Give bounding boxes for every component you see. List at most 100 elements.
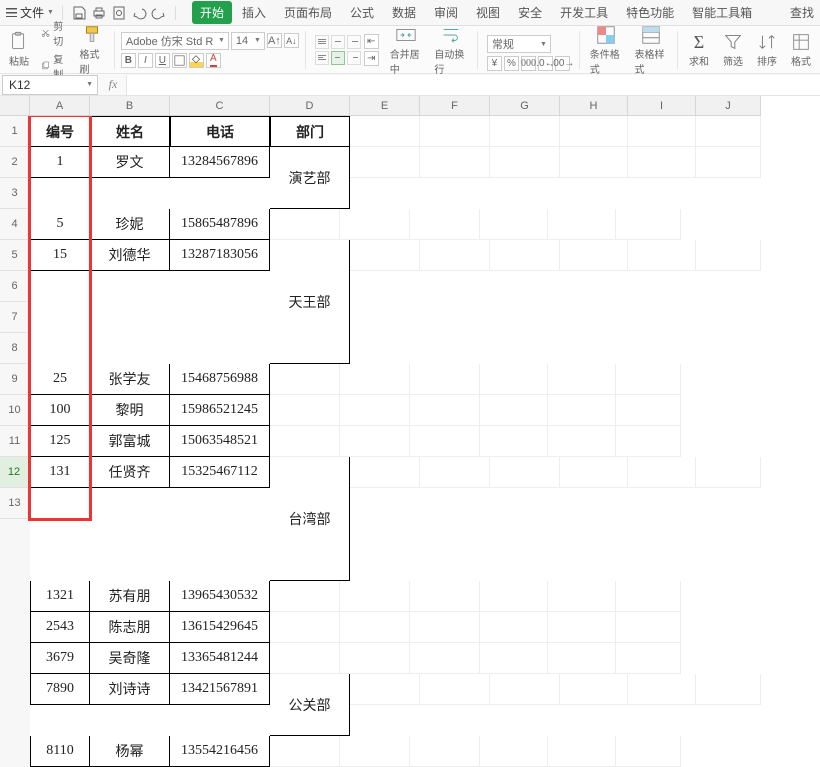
cut-button[interactable]: 剪切 [38,17,72,49]
cell[interactable]: 刘德华 [90,240,170,271]
ribbon-tab[interactable]: 视图 [468,1,508,24]
column-header[interactable]: H [560,96,628,115]
cell[interactable] [548,426,616,457]
cell[interactable] [480,426,548,457]
cell[interactable]: 演艺部 [270,147,350,209]
cell[interactable] [410,364,480,395]
column-header[interactable]: J [696,96,761,115]
cell[interactable] [340,209,410,240]
table-style-button[interactable]: 表格样式 [630,22,671,78]
row-header[interactable]: 7 [0,302,30,333]
cell[interactable] [560,674,628,705]
column-header[interactable]: A [30,96,90,115]
cell[interactable] [616,426,681,457]
cell[interactable]: 3679 [30,643,90,674]
cell[interactable]: 1 [30,147,90,178]
cell[interactable] [616,612,681,643]
name-box[interactable]: K12 ▼ [2,75,98,95]
border-button[interactable] [172,53,187,68]
cell[interactable] [616,581,681,612]
cell[interactable] [616,395,681,426]
cell[interactable] [628,147,696,178]
row-header[interactable]: 5 [0,240,30,271]
cell[interactable]: 任贤齐 [90,457,170,488]
cell[interactable] [696,457,761,488]
cell[interactable]: 编号 [30,116,90,147]
increase-font-button[interactable]: A↑ [267,33,282,48]
cell[interactable] [350,674,420,705]
cell[interactable] [490,116,560,147]
cell[interactable] [270,612,340,643]
cell[interactable] [548,209,616,240]
cell[interactable] [616,643,681,674]
print-icon[interactable] [91,5,107,21]
cell[interactable] [410,209,480,240]
cell[interactable] [270,364,340,395]
cell[interactable] [270,426,340,457]
cell[interactable] [350,240,420,271]
redo-icon[interactable] [151,5,167,21]
cell[interactable] [270,736,340,767]
cell[interactable] [420,240,490,271]
cell-grid[interactable]: 编号姓名电话部门1罗文13284567896演艺部5珍妮158654878961… [30,116,761,767]
cell[interactable] [548,736,616,767]
align-top-center[interactable] [331,35,345,49]
ribbon-tab[interactable]: 安全 [510,1,550,24]
cell[interactable] [696,674,761,705]
cell[interactable] [696,240,761,271]
cell[interactable]: 郭富城 [90,426,170,457]
cell[interactable] [340,736,410,767]
cell[interactable] [340,395,410,426]
cell[interactable]: 13284567896 [170,147,270,178]
select-all-corner[interactable] [0,96,30,116]
cell[interactable]: 刘诗诗 [90,674,170,705]
align-top-right[interactable] [347,35,361,49]
cell[interactable]: 7890 [30,674,90,705]
cell[interactable] [628,674,696,705]
cell[interactable]: 天王部 [270,240,350,364]
ribbon-tab[interactable]: 特色功能 [618,1,682,24]
decrease-indent-button[interactable]: ⇤ [364,34,379,49]
cell[interactable] [340,581,410,612]
cell[interactable] [480,209,548,240]
cell[interactable] [548,612,616,643]
cell[interactable] [410,426,480,457]
format-painter-button[interactable]: 格式刷 [76,22,109,78]
cell[interactable] [480,364,548,395]
align-center[interactable] [331,51,345,65]
sum-button[interactable]: Σ 求和 [684,29,714,70]
cell[interactable] [480,736,548,767]
cell[interactable] [616,736,681,767]
row-header[interactable]: 10 [0,395,30,426]
column-header[interactable]: I [628,96,696,115]
cell[interactable]: 15 [30,240,90,271]
cell[interactable] [480,612,548,643]
ribbon-tab[interactable]: 页面布局 [276,1,340,24]
cell[interactable]: 张学友 [90,364,170,395]
cell[interactable]: 部门 [270,116,350,147]
cell[interactable] [340,612,410,643]
cell[interactable] [616,209,681,240]
cell[interactable]: 5 [30,209,90,240]
ribbon-tab[interactable]: 开始 [192,1,232,24]
cell[interactable] [410,395,480,426]
cell[interactable]: 13287183056 [170,240,270,271]
cell[interactable]: 罗文 [90,147,170,178]
cell[interactable] [420,674,490,705]
filter-button[interactable]: 筛选 [718,29,748,70]
cell[interactable] [420,147,490,178]
cell[interactable] [350,147,420,178]
align-top-left[interactable] [315,35,329,49]
cell[interactable] [270,209,340,240]
cell[interactable] [350,116,420,147]
cell[interactable] [628,116,696,147]
italic-button[interactable]: I [138,53,153,68]
ribbon-tab[interactable]: 公式 [342,1,382,24]
fx-icon[interactable]: fx [100,77,126,92]
cell[interactable] [410,612,480,643]
cell[interactable] [420,116,490,147]
cell[interactable]: 吴奇隆 [90,643,170,674]
cell[interactable] [560,457,628,488]
cell[interactable]: 15063548521 [170,426,270,457]
cell[interactable] [548,581,616,612]
